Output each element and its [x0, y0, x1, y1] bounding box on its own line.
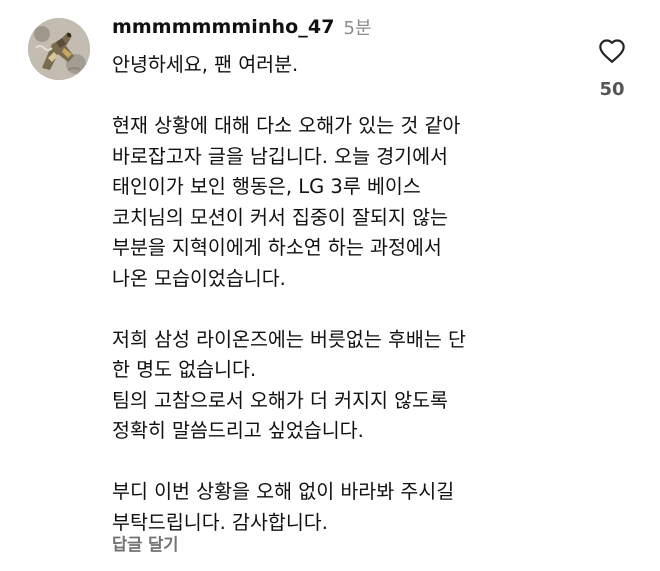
comment-line: 팀의 고참으로서 오해가 더 커지지 않도록 — [112, 388, 448, 412]
comment-line: 현재 상황에 대해 다소 오해가 있는 것 같아 — [112, 114, 461, 137]
like-button[interactable]: 50 — [592, 38, 632, 100]
comment-paragraph: 안녕하세요, 팬 여러분. — [112, 50, 582, 81]
comment-body: mmmmmmminho_47 5분 안녕하세요, 팬 여러분. 현재 상황에 대… — [112, 10, 582, 538]
avatar-image — [28, 18, 90, 80]
heart-icon[interactable] — [598, 38, 626, 64]
comment-line: 태인이가 보인 행동은, LG 3루 베이스 — [112, 175, 421, 198]
comment-line: 부디 이번 상황을 오해 없이 바라봐 주시길 — [112, 480, 455, 503]
comment-meta: mmmmmmminho_47 5분 — [112, 10, 582, 44]
like-count: 50 — [599, 79, 625, 100]
timestamp: 5분 — [343, 18, 372, 39]
comment-paragraph: 현재 상황에 대해 다소 오해가 있는 것 같아 바로잡고자 글을 남깁니다. … — [112, 111, 582, 294]
username[interactable]: mmmmmmminho_47 — [112, 16, 335, 38]
comment-line: 한 명도 없습니다. — [112, 358, 257, 381]
comment: mmmmmmminho_47 5분 안녕하세요, 팬 여러분. 현재 상황에 대… — [0, 0, 660, 571]
comment-line: 바로잡고자 글을 남깁니다. 오늘 경기에서 — [112, 144, 448, 168]
comment-line: 안녕하세요, 팬 여러분. — [112, 53, 299, 76]
comment-line: 부탁드립니다. 감사합니다. — [112, 510, 328, 534]
comment-text: 안녕하세요, 팬 여러분. 현재 상황에 대해 다소 오해가 있는 것 같아 바… — [112, 50, 582, 538]
comment-line: 나온 모습이었습니다. — [112, 266, 286, 290]
comment-paragraph: 부디 이번 상황을 오해 없이 바라봐 주시길 부탁드립니다. 감사합니다. — [112, 477, 582, 538]
avatar[interactable] — [28, 18, 90, 80]
comment-line: 부분을 지혁이에게 하소연 하는 과정에서 — [112, 236, 442, 259]
reply-button[interactable]: 답글 달기 — [112, 531, 178, 555]
comment-line: 정확히 말씀드리고 싶었습니다. — [112, 419, 364, 442]
comment-line: 저희 삼성 라이온즈에는 버릇없는 후배는 단 — [112, 327, 466, 351]
comment-paragraph: 저희 삼성 라이온즈에는 버릇없는 후배는 단 한 명도 없습니다. 팀의 고참… — [112, 325, 582, 447]
comment-line: 코치님의 모션이 커서 집중이 잘되지 않는 — [112, 205, 448, 229]
